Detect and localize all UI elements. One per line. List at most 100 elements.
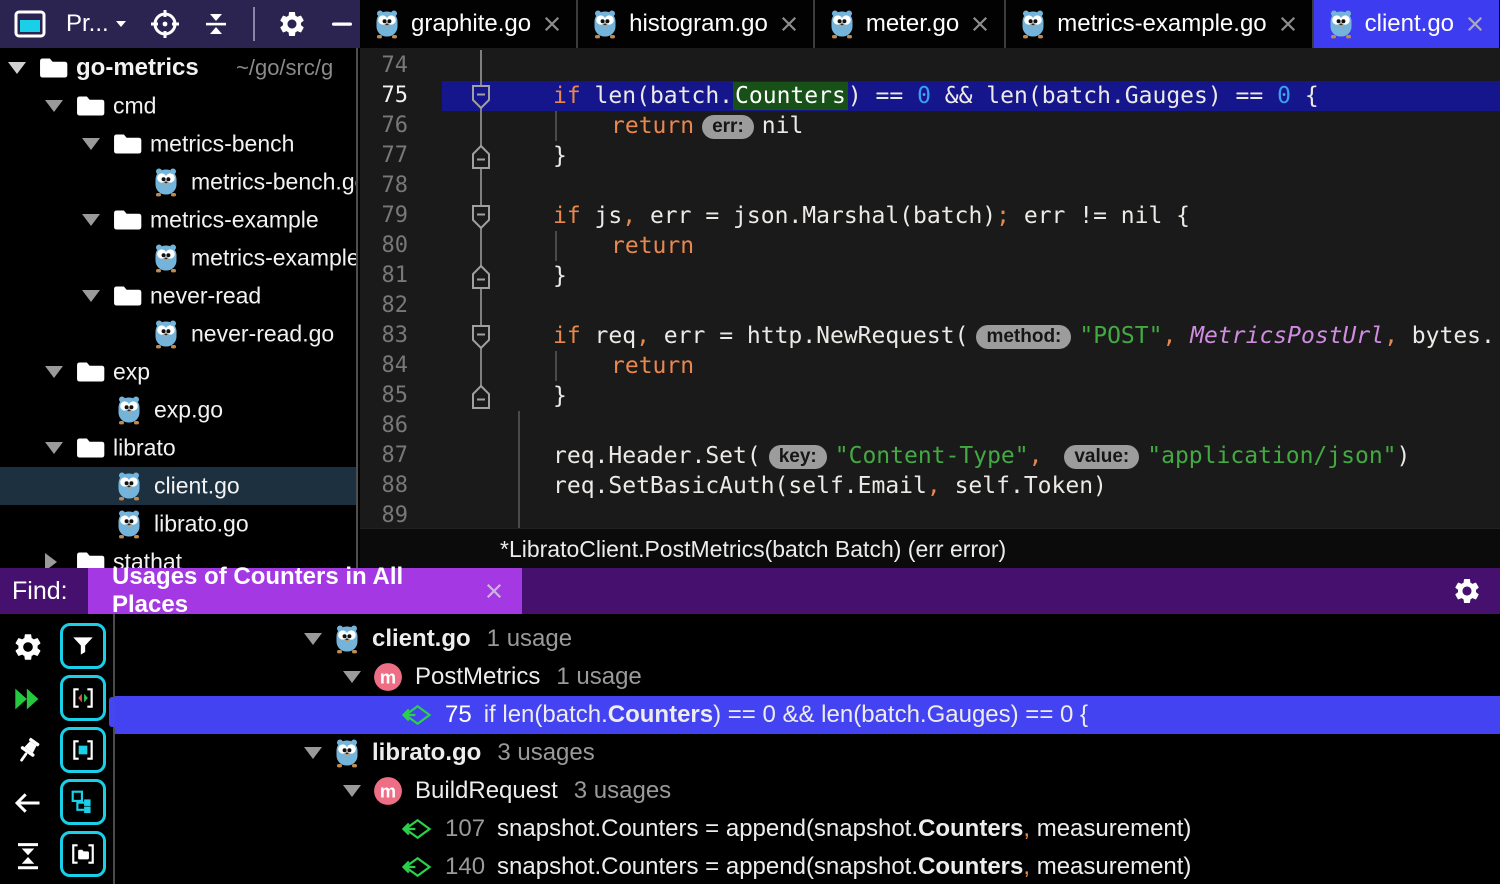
expand-arrow-icon[interactable] [304,747,322,759]
usage-results-tree[interactable]: client.go 1 usage m PostMetrics 1 usage 75 if … [115,614,1500,884]
result-row[interactable]: 140 snapshot.Counters = append(snapshot.C… [115,848,1500,884]
editor-line-75[interactable]: 75 if len(batch.Counters) == 0 && len(bat… [360,81,1500,111]
close-icon[interactable] [1465,14,1485,34]
tree-item-exp.go[interactable]: exp.go [0,391,357,429]
project-selector[interactable]: Pr... [66,10,129,38]
expand-arrow-icon[interactable] [304,633,322,645]
back-arrow-button[interactable] [11,786,45,820]
tree-item-exp[interactable]: exp [0,353,357,391]
line-number[interactable]: 75 [360,81,409,111]
tree-item-metrics-bench.go[interactable]: metrics-bench.go [0,163,357,201]
editor-line-86[interactable]: 86 [360,411,1500,441]
expand-arrow-icon[interactable] [82,138,100,150]
tree-item-never-read.go[interactable]: never-read.go [0,315,357,353]
expand-arrow-icon[interactable] [82,290,100,302]
tree-item-librato.go[interactable]: librato.go [0,505,357,543]
result-row[interactable]: 107 snapshot.Counters = append(snapshot.C… [115,810,1500,848]
settings-button[interactable] [277,9,307,39]
line-number[interactable]: 87 [360,441,409,471]
line-number[interactable]: 86 [360,411,409,441]
editor-line-78[interactable]: 78 [360,171,1500,201]
tree-item-metrics-bench[interactable]: metrics-bench [0,125,357,163]
line-number[interactable]: 74 [360,51,409,81]
expand-arrow-icon[interactable] [82,214,100,226]
editor-line-81[interactable]: 81} [360,261,1500,291]
tree-item-librato[interactable]: librato [0,429,357,467]
read-write-access-toggle-button[interactable] [60,675,106,721]
rerun-button[interactable] [11,682,45,716]
hide-button[interactable] [327,9,357,39]
line-number[interactable]: 82 [360,291,409,321]
tool-window-button[interactable] [14,10,46,38]
close-icon[interactable] [970,14,990,34]
editor-line-83[interactable]: 83 if req, err = http.NewRequest(method: "… [360,321,1500,351]
expand-arrow-icon[interactable] [45,366,63,378]
editor-line-85[interactable]: 85} [360,381,1500,411]
panel-divider[interactable] [356,48,358,568]
tree-item-metrics-example.go[interactable]: metrics-example.go [0,239,357,277]
close-icon[interactable] [1278,14,1298,34]
collapse-expand-button[interactable] [11,838,45,872]
tab-histogram.go[interactable]: histogram.go [578,0,815,48]
line-number[interactable]: 83 [360,321,409,351]
tree-item-never-read[interactable]: never-read [0,277,357,315]
result-row[interactable]: m BuildRequest 3 usages [115,772,1500,810]
open-in-window-toggle-button[interactable] [60,831,106,877]
line-number[interactable]: 78 [360,171,409,201]
pin-button[interactable] [11,734,45,768]
group-by-toggle-button[interactable] [60,779,106,825]
editor-line-89[interactable]: 89 [360,501,1500,528]
fold-start-marker[interactable] [470,84,492,110]
result-row[interactable]: librato.go 3 usages [115,734,1500,772]
editor-line-88[interactable]: 88 req.SetBasicAuth(self.Email, self.Toke… [360,471,1500,501]
tab-graphite.go[interactable]: graphite.go [360,0,579,48]
line-number[interactable]: 76 [360,111,409,141]
find-settings-gear-icon[interactable] [1452,576,1482,611]
line-number[interactable]: 89 [360,501,409,528]
tree-item-go-metrics[interactable]: go-metrics ~/go/src/g [0,49,357,87]
editor-line-79[interactable]: 79 if js, err = json.Marshal(batch); err … [360,201,1500,231]
editor-line-82[interactable]: 82 [360,291,1500,321]
tab-client.go[interactable]: client.go [1313,0,1500,48]
tab-meter.go[interactable]: meter.go [815,0,1007,48]
result-row[interactable]: client.go 1 usage [115,620,1500,658]
editor-line-80[interactable]: 80 return [360,231,1500,261]
line-number[interactable]: 79 [360,201,409,231]
fold-end-marker[interactable] [470,144,492,170]
fold-end-marker[interactable] [470,384,492,410]
close-icon[interactable] [779,14,799,34]
expand-arrow-icon[interactable] [8,62,26,74]
tree-item-cmd[interactable]: cmd [0,87,357,125]
tab-metrics-example.go[interactable]: metrics-example.go [1006,0,1314,48]
collapse-arrow-icon[interactable] [45,553,57,568]
editor-line-77[interactable]: 77} [360,141,1500,171]
editor-line-87[interactable]: 87 req.Header.Set(key: "Content-Type", val… [360,441,1500,471]
tree-item-client.go[interactable]: client.go [0,467,357,505]
settings-button[interactable] [11,630,45,664]
locate-button[interactable] [149,8,181,40]
line-number[interactable]: 88 [360,471,409,501]
fold-end-marker[interactable] [470,264,492,290]
expand-arrow-icon[interactable] [45,442,63,454]
project-tree[interactable]: go-metrics ~/go/src/g cmd metrics-bench metr… [0,48,357,568]
line-number[interactable]: 84 [360,351,409,381]
line-number[interactable]: 81 [360,261,409,291]
fold-start-marker[interactable] [470,204,492,230]
code-editor[interactable]: 74 75 if len(batch.Counters) == 0 && len(b… [360,48,1500,528]
expand-arrow-icon[interactable] [343,785,361,797]
result-row[interactable]: m PostMetrics 1 usage [115,658,1500,696]
editor-line-76[interactable]: 76 return err: nil [360,111,1500,141]
tree-item-metrics-example[interactable]: metrics-example [0,201,357,239]
filter-toggle-button[interactable] [60,623,106,669]
result-row[interactable]: 75 if len(batch.Counters) == 0 && len(bat… [115,696,1500,734]
fold-start-marker[interactable] [470,324,492,350]
editor-line-84[interactable]: 84 return [360,351,1500,381]
find-results-tab[interactable]: Usages of Counters in All Places [88,563,522,618]
line-number[interactable]: 80 [360,231,409,261]
close-icon[interactable] [484,581,504,601]
collapse-button[interactable] [201,9,231,39]
line-number[interactable]: 85 [360,381,409,411]
close-icon[interactable] [542,14,562,34]
expand-arrow-icon[interactable] [343,671,361,683]
line-number[interactable]: 77 [360,141,409,171]
